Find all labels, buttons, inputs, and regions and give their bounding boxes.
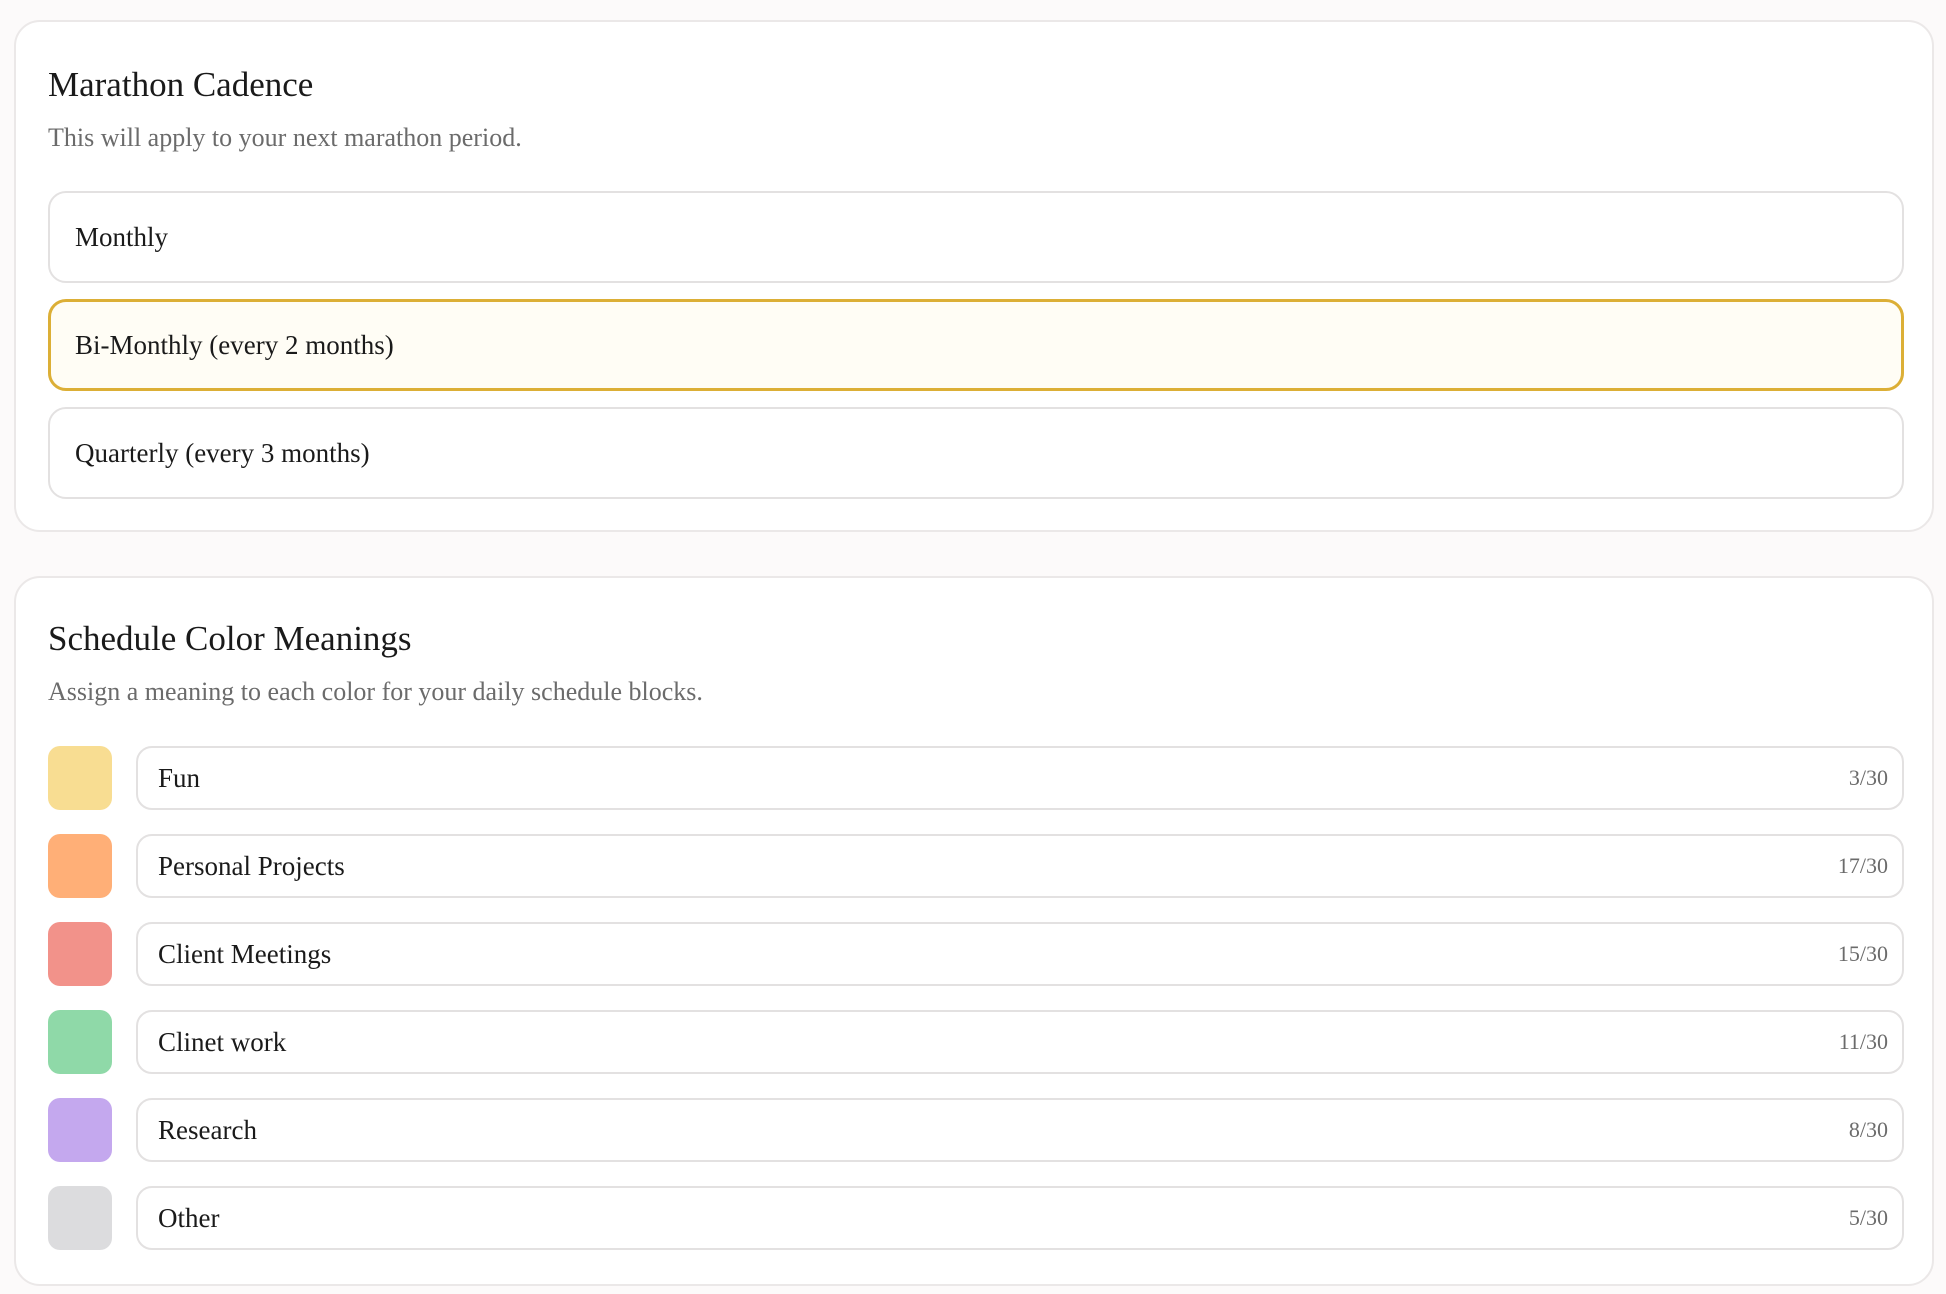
color-meaning-row: Fun 3/30 <box>48 746 1904 810</box>
color-swatch-orange[interactable] <box>48 834 112 898</box>
schedule-color-meanings-card: Schedule Color Meanings Assign a meaning… <box>14 576 1934 1286</box>
color-meaning-input[interactable]: Fun 3/30 <box>136 746 1904 810</box>
cadence-option-quarterly[interactable]: Quarterly (every 3 months) <box>48 407 1904 499</box>
cadence-title: Marathon Cadence <box>48 65 314 104</box>
color-meaning-input[interactable]: Research 8/30 <box>136 1098 1904 1162</box>
color-meaning-input[interactable]: Clinet work 11/30 <box>136 1010 1904 1074</box>
color-meanings-subtitle: Assign a meaning to each color for your … <box>48 677 703 706</box>
cadence-option-monthly[interactable]: Monthly <box>48 191 1904 283</box>
color-meaning-input[interactable]: Personal Projects 17/30 <box>136 834 1904 898</box>
color-meaning-value: Personal Projects <box>158 850 345 881</box>
marathon-cadence-card: Marathon Cadence This will apply to your… <box>14 20 1934 532</box>
color-meaning-value: Fun <box>158 762 201 793</box>
cadence-option-label: Bi-Monthly (every 2 months) <box>75 329 394 360</box>
color-meaning-row: Personal Projects 17/30 <box>48 834 1904 898</box>
character-count: 11/30 <box>1838 1029 1888 1054</box>
color-swatch-yellow[interactable] <box>48 746 112 810</box>
color-meaning-value: Client Meetings <box>158 938 332 969</box>
color-swatch-purple[interactable] <box>48 1098 112 1162</box>
settings-page: Marathon Cadence This will apply to your… <box>0 0 1946 1294</box>
cadence-option-label: Monthly <box>75 221 169 252</box>
color-meaning-value: Clinet work <box>158 1026 287 1057</box>
color-meanings-title: Schedule Color Meanings <box>48 619 412 658</box>
color-swatch-gray[interactable] <box>48 1186 112 1250</box>
cadence-options: Monthly Bi-Monthly (every 2 months) Quar… <box>48 191 1904 515</box>
color-swatch-red[interactable] <box>48 922 112 986</box>
color-meaning-row: Research 8/30 <box>48 1098 1904 1162</box>
color-swatch-green[interactable] <box>48 1010 112 1074</box>
character-count: 5/30 <box>1848 1205 1888 1230</box>
color-meaning-row: Clinet work 11/30 <box>48 1010 1904 1074</box>
cadence-option-label: Quarterly (every 3 months) <box>75 437 370 468</box>
cadence-option-bi-monthly[interactable]: Bi-Monthly (every 2 months) <box>48 299 1904 391</box>
color-meaning-value: Other <box>158 1202 220 1233</box>
color-meaning-list: Fun 3/30 Personal Projects 17/30 Client … <box>48 746 1904 1274</box>
color-meaning-row: Client Meetings 15/30 <box>48 922 1904 986</box>
character-count: 3/30 <box>1848 765 1888 790</box>
color-meaning-input[interactable]: Other 5/30 <box>136 1186 1904 1250</box>
color-meaning-value: Research <box>158 1114 257 1145</box>
character-count: 8/30 <box>1848 1117 1888 1142</box>
character-count: 15/30 <box>1837 941 1888 966</box>
color-meaning-row: Other 5/30 <box>48 1186 1904 1250</box>
cadence-subtitle: This will apply to your next marathon pe… <box>48 123 522 152</box>
character-count: 17/30 <box>1837 853 1888 878</box>
color-meaning-input[interactable]: Client Meetings 15/30 <box>136 922 1904 986</box>
